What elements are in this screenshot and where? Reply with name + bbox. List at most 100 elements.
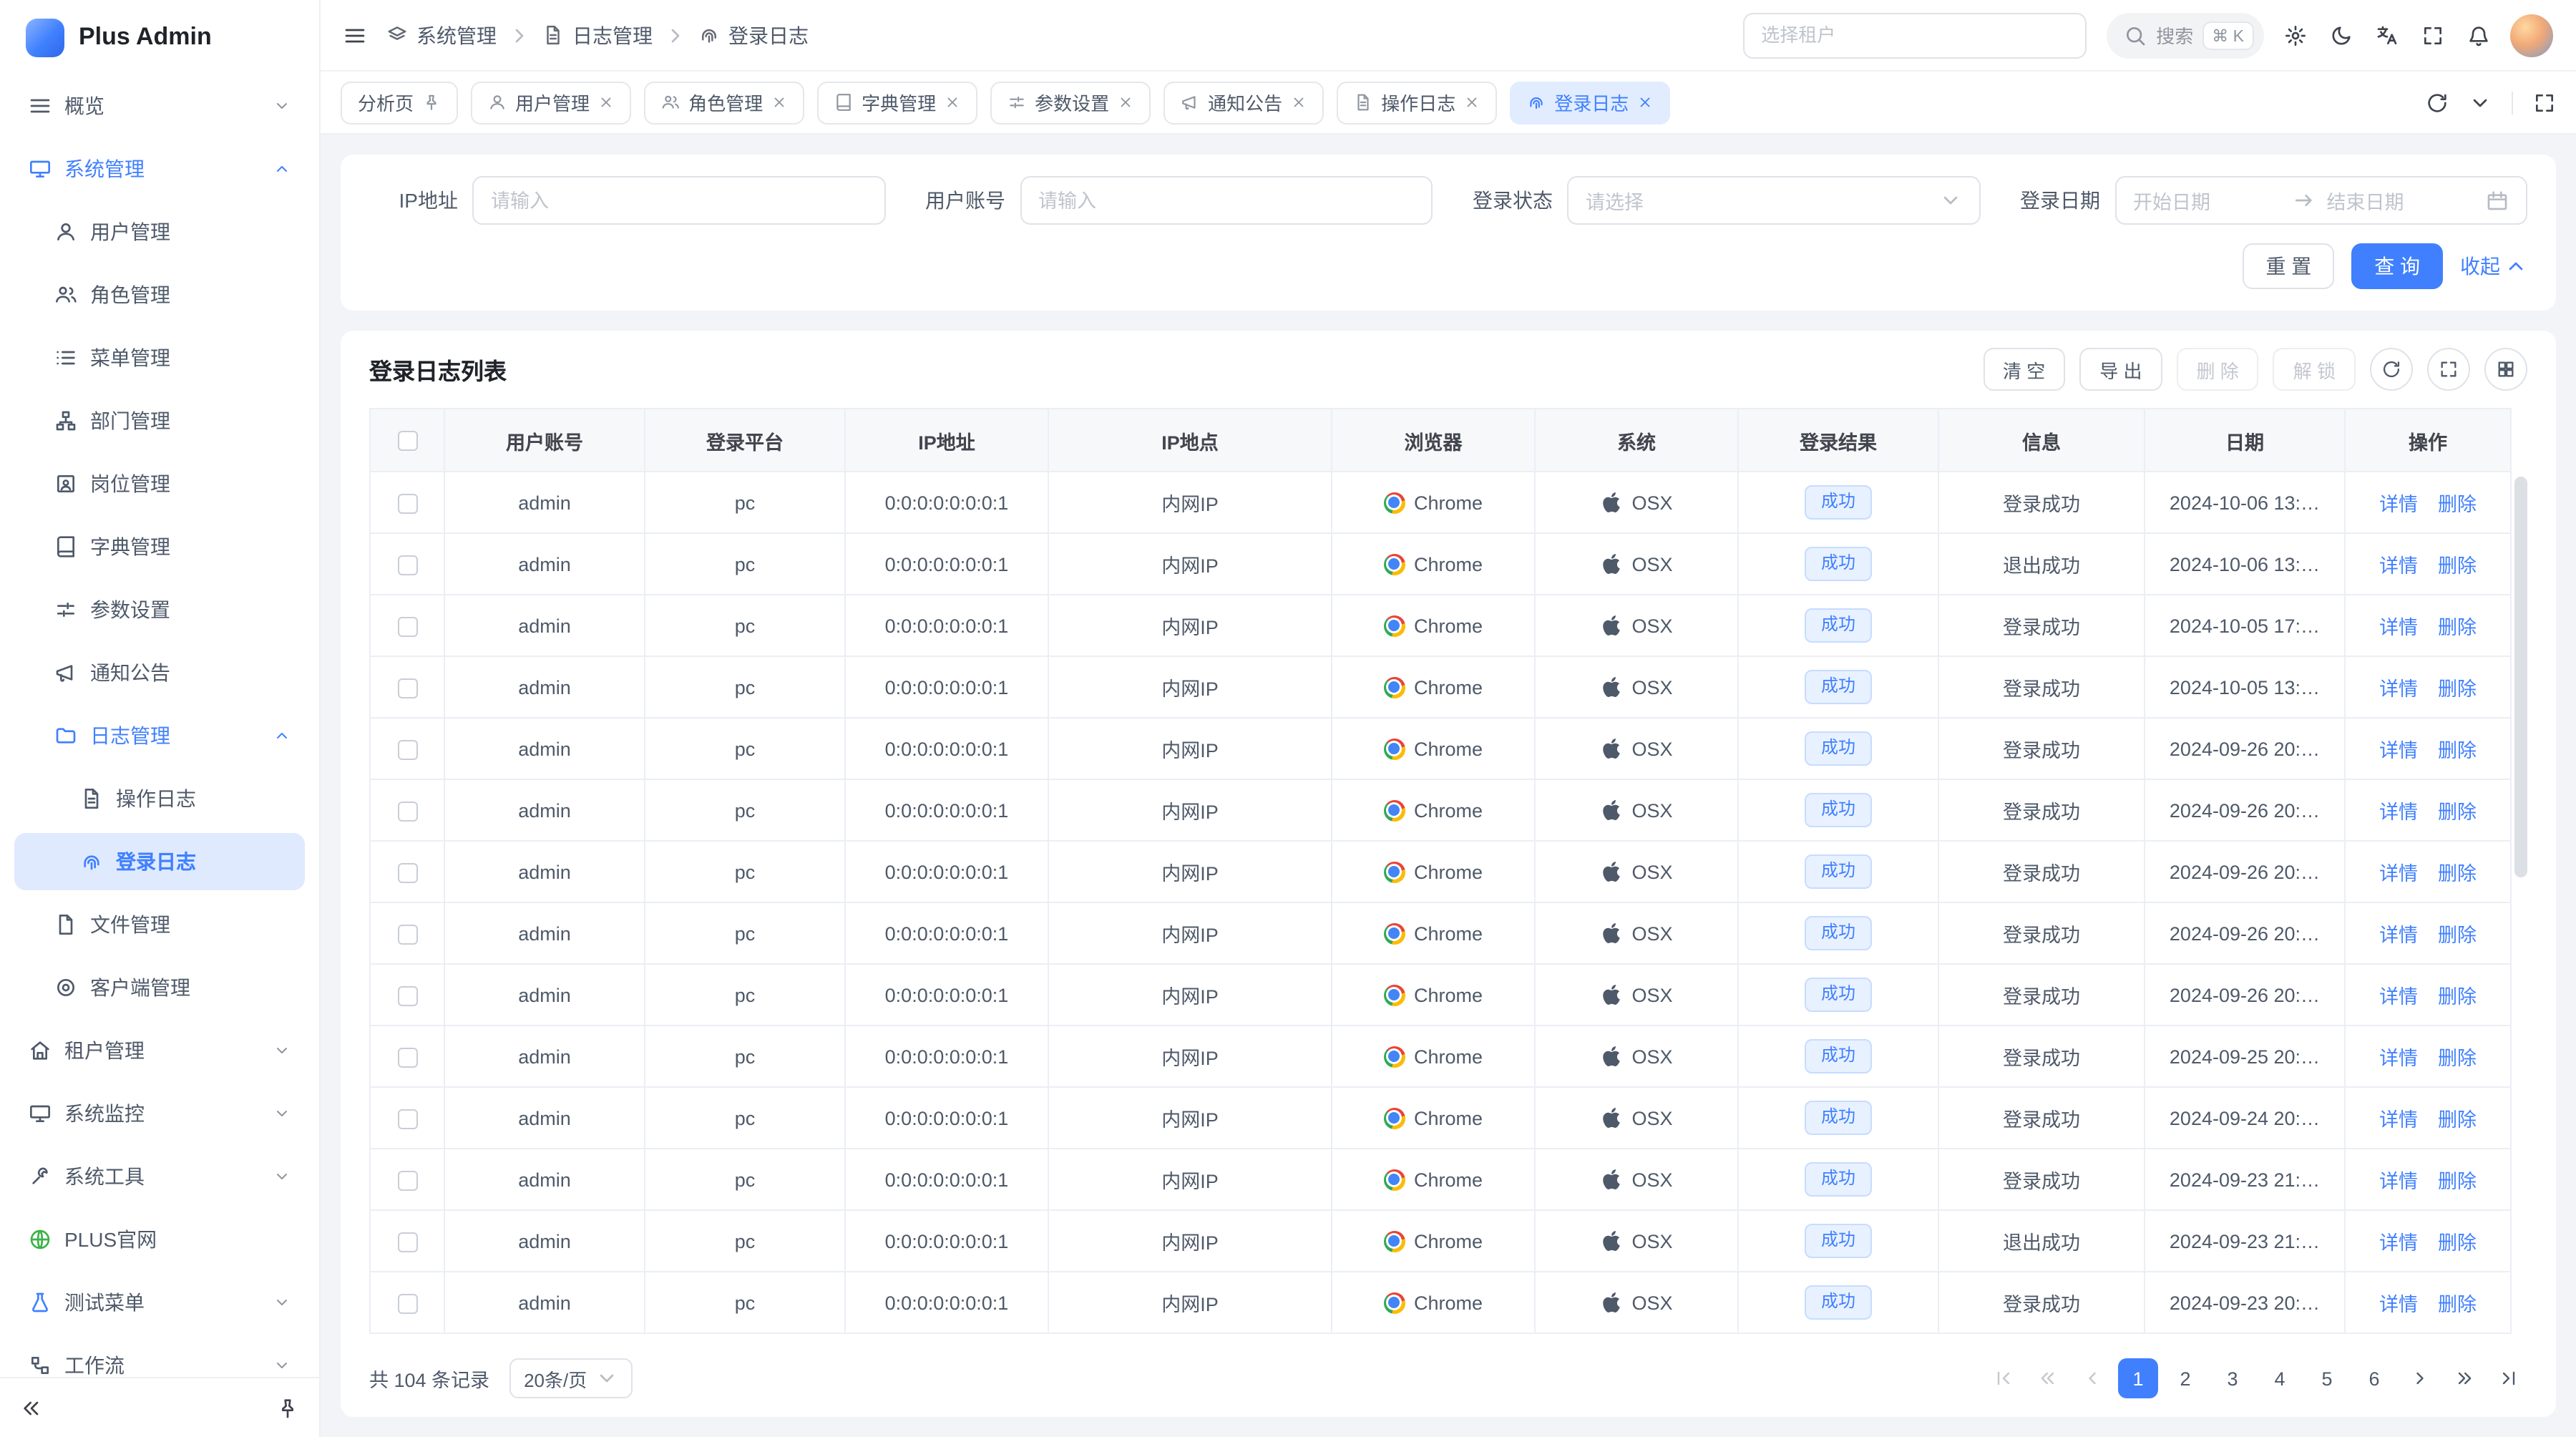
- remove-link[interactable]: 删除: [2438, 488, 2477, 517]
- sidebar-item-15[interactable]: 租户管理: [14, 1022, 305, 1079]
- first-page-button[interactable]: [1985, 1360, 2022, 1397]
- column-settings-button[interactable]: [2484, 348, 2527, 391]
- next-10-button[interactable]: [2446, 1360, 2483, 1397]
- close-icon[interactable]: [1118, 94, 1133, 110]
- prev-10-button[interactable]: [2029, 1360, 2067, 1397]
- sidebar-item-19[interactable]: 测试菜单: [14, 1274, 305, 1331]
- sidebar-item-1[interactable]: 系统管理: [14, 140, 305, 198]
- remove-link[interactable]: 删除: [2438, 1165, 2477, 1194]
- avatar[interactable]: [2510, 14, 2553, 57]
- remove-link[interactable]: 删除: [2438, 857, 2477, 886]
- page-button-3[interactable]: 3: [2212, 1358, 2253, 1398]
- detail-link[interactable]: 详情: [2379, 980, 2418, 1009]
- export-button[interactable]: 导 出: [2079, 348, 2162, 391]
- detail-link[interactable]: 详情: [2379, 488, 2418, 517]
- sidebar-collapse-button[interactable]: [20, 1396, 43, 1419]
- detail-link[interactable]: 详情: [2379, 1227, 2418, 1255]
- sidebar-pin-button[interactable]: [276, 1396, 299, 1419]
- sidebar-item-3[interactable]: 角色管理: [14, 266, 305, 323]
- tabs-refresh-button[interactable]: [2426, 91, 2449, 114]
- detail-link[interactable]: 详情: [2379, 550, 2418, 578]
- close-icon[interactable]: [771, 94, 787, 110]
- page-size-select[interactable]: 20条/页: [509, 1358, 633, 1398]
- page-button-4[interactable]: 4: [2260, 1358, 2300, 1398]
- detail-link[interactable]: 详情: [2379, 1042, 2418, 1071]
- next-page-button[interactable]: [2401, 1360, 2439, 1397]
- notifications-button[interactable]: [2467, 24, 2490, 47]
- translate-button[interactable]: [2376, 24, 2399, 47]
- sidebar-item-0[interactable]: 概览: [14, 77, 305, 135]
- sidebar-item-2[interactable]: 用户管理: [14, 203, 305, 260]
- unlock-button[interactable]: 解 锁: [2273, 348, 2356, 391]
- close-icon[interactable]: [945, 94, 960, 110]
- detail-link[interactable]: 详情: [2379, 1165, 2418, 1194]
- remove-link[interactable]: 删除: [2438, 796, 2477, 824]
- sidebar-item-8[interactable]: 参数设置: [14, 581, 305, 638]
- sidebar-item-16[interactable]: 系统监控: [14, 1085, 305, 1142]
- tabs-dropdown-button[interactable]: [2469, 91, 2492, 114]
- table-fullscreen-button[interactable]: [2427, 348, 2470, 391]
- reset-button[interactable]: 重 置: [2243, 243, 2334, 289]
- sidebar-item-7[interactable]: 字典管理: [14, 518, 305, 575]
- remove-link[interactable]: 删除: [2438, 1227, 2477, 1255]
- row-checkbox[interactable]: [397, 801, 417, 821]
- dark-mode-button[interactable]: [2330, 24, 2353, 47]
- row-checkbox[interactable]: [397, 1109, 417, 1129]
- tab-3[interactable]: 字典管理: [817, 81, 977, 124]
- close-icon[interactable]: [1464, 94, 1480, 110]
- remove-link[interactable]: 删除: [2438, 611, 2477, 640]
- tab-7[interactable]: 登录日志: [1510, 81, 1670, 124]
- close-icon[interactable]: [598, 94, 614, 110]
- breadcrumb-item[interactable]: 日志管理: [542, 21, 653, 49]
- detail-link[interactable]: 详情: [2379, 673, 2418, 701]
- sidebar-item-12[interactable]: 登录日志: [14, 833, 305, 890]
- sidebar-item-6[interactable]: 岗位管理: [14, 455, 305, 512]
- page-button-5[interactable]: 5: [2307, 1358, 2347, 1398]
- remove-link[interactable]: 删除: [2438, 550, 2477, 578]
- page-button-1[interactable]: 1: [2118, 1358, 2158, 1398]
- detail-link[interactable]: 详情: [2379, 796, 2418, 824]
- detail-link[interactable]: 详情: [2379, 1288, 2418, 1317]
- sidebar-item-10[interactable]: 日志管理: [14, 707, 305, 764]
- detail-link[interactable]: 详情: [2379, 857, 2418, 886]
- row-checkbox[interactable]: [397, 493, 417, 513]
- sidebar-item-5[interactable]: 部门管理: [14, 392, 305, 449]
- sidebar-item-11[interactable]: 操作日志: [14, 770, 305, 827]
- row-checkbox[interactable]: [397, 985, 417, 1005]
- select-all-checkbox[interactable]: [397, 431, 417, 451]
- row-checkbox[interactable]: [397, 1170, 417, 1190]
- tab-5[interactable]: 通知公告: [1163, 81, 1324, 124]
- refresh-table-button[interactable]: [2370, 348, 2413, 391]
- row-checkbox[interactable]: [397, 1293, 417, 1313]
- remove-link[interactable]: 删除: [2438, 1288, 2477, 1317]
- tab-4[interactable]: 参数设置: [990, 81, 1151, 124]
- query-button[interactable]: 查 询: [2351, 243, 2443, 289]
- tab-0[interactable]: 分析页: [341, 81, 458, 124]
- close-icon[interactable]: [1291, 94, 1307, 110]
- row-checkbox[interactable]: [397, 1047, 417, 1067]
- fullscreen-button[interactable]: [2421, 24, 2444, 47]
- breadcrumb-item[interactable]: 系统管理: [386, 21, 497, 49]
- close-icon[interactable]: [1637, 94, 1653, 110]
- tenant-select-input[interactable]: [1742, 12, 2086, 58]
- detail-link[interactable]: 详情: [2379, 919, 2418, 948]
- login-status-select[interactable]: 请选择: [1567, 176, 1980, 225]
- sidebar-item-14[interactable]: 客户端管理: [14, 959, 305, 1016]
- row-checkbox[interactable]: [397, 924, 417, 944]
- remove-link[interactable]: 删除: [2438, 919, 2477, 948]
- row-checkbox[interactable]: [397, 739, 417, 759]
- row-checkbox[interactable]: [397, 555, 417, 575]
- detail-link[interactable]: 详情: [2379, 611, 2418, 640]
- row-checkbox[interactable]: [397, 616, 417, 636]
- prev-page-button[interactable]: [2074, 1360, 2111, 1397]
- remove-link[interactable]: 删除: [2438, 673, 2477, 701]
- row-checkbox[interactable]: [397, 1232, 417, 1252]
- global-search[interactable]: 搜索 ⌘ K: [2106, 12, 2264, 58]
- sidebar-item-9[interactable]: 通知公告: [14, 644, 305, 701]
- collapse-filter-link[interactable]: 收起: [2460, 252, 2527, 281]
- hamburger-button[interactable]: [343, 24, 366, 47]
- login-date-range[interactable]: 开始日期 结束日期: [2114, 176, 2527, 225]
- settings-button[interactable]: [2284, 24, 2307, 47]
- sidebar-item-4[interactable]: 菜单管理: [14, 329, 305, 386]
- tab-1[interactable]: 用户管理: [471, 81, 631, 124]
